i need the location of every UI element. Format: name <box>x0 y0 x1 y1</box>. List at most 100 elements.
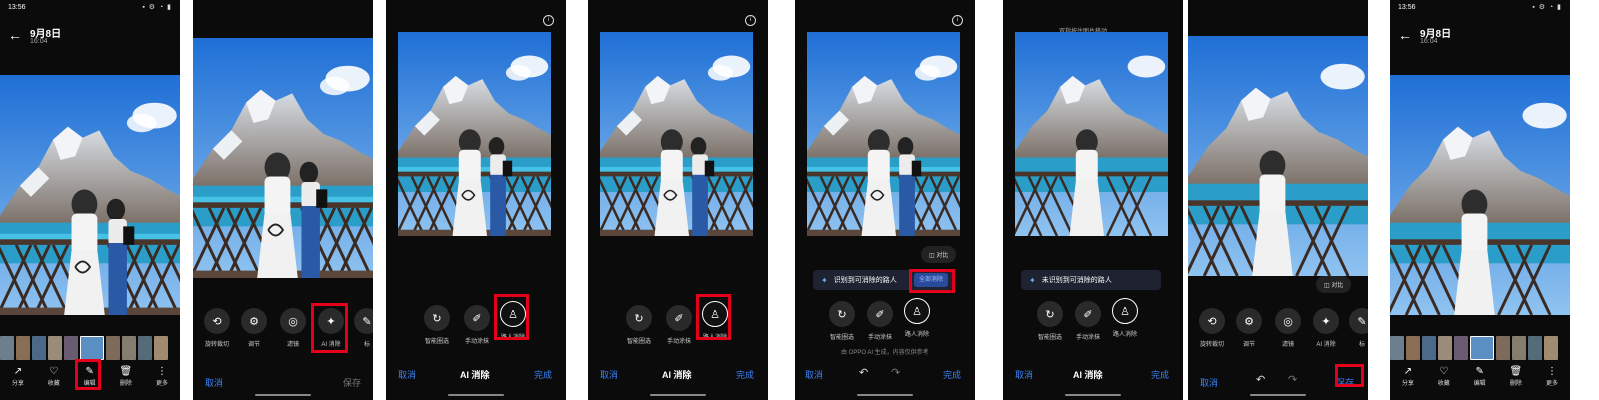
nav-share-button[interactable]: ↗ 分享 <box>1402 366 1414 387</box>
thumbnail[interactable] <box>1512 336 1526 360</box>
panel-gallery-view: 13:56 ▪ ⚙ ◔ ▮ ← 9月8日 16:04 ↗ 分享 ♡ 收藏 ✎ 编辑 🗑… <box>0 0 180 400</box>
tool-manual-brush[interactable]: ✐ 手动涂抹 <box>659 305 699 345</box>
photo-image <box>807 32 960 236</box>
thumbnail[interactable] <box>16 336 30 360</box>
tool-label: 智能圈选 <box>424 339 449 345</box>
cancel-button[interactable]: 取消 <box>600 368 618 381</box>
tool-markup[interactable]: ✎ 标 <box>1342 308 1368 348</box>
thumbnail-strip[interactable] <box>0 336 168 360</box>
detect-banner: ✦ 未识别到可消除的路人 <box>1021 270 1161 290</box>
tool-markup[interactable]: ✎ 标 <box>347 308 373 348</box>
thumbnail[interactable] <box>1422 336 1436 360</box>
tool-rotate-crop[interactable]: ⟲ 旋转裁切 <box>197 308 237 348</box>
heart-icon: ♡ <box>49 366 59 377</box>
thumbnail[interactable] <box>1454 336 1468 360</box>
home-indicator <box>1065 394 1121 396</box>
more-icon: ⋮ <box>1547 366 1558 377</box>
thumbnail[interactable] <box>1496 336 1510 360</box>
save-button[interactable]: 保存 <box>343 376 361 389</box>
photo-image <box>1390 75 1570 315</box>
thumbnail[interactable] <box>0 336 14 360</box>
nav-edit-button[interactable]: ✎ 编辑 <box>1474 366 1486 387</box>
compare-button[interactable]: ◫ 对比 <box>1316 276 1352 293</box>
photo-image <box>1188 36 1368 276</box>
tool-smart-select[interactable]: ↻ 智能圈选 <box>619 305 659 345</box>
done-button[interactable]: 完成 <box>943 368 961 381</box>
done-button[interactable]: 完成 <box>736 368 754 381</box>
photo-main[interactable] <box>193 38 373 278</box>
tool-label: 智能圈选 <box>829 335 854 341</box>
home-indicator <box>448 394 504 396</box>
redo-icon[interactable]: ↷ <box>1288 373 1297 386</box>
tool-remove-passersby[interactable]: ♙ 路人消除 <box>1105 298 1145 338</box>
nav-favorite-button[interactable]: ♡ 收藏 <box>48 366 60 387</box>
thumbnail[interactable] <box>122 336 136 360</box>
info-icon[interactable]: i <box>745 15 756 26</box>
photo-main[interactable] <box>1188 36 1368 276</box>
thumbnail[interactable] <box>48 336 62 360</box>
nav-more-button[interactable]: ⋮ 更多 <box>156 366 168 387</box>
thumbnail[interactable] <box>1544 336 1558 360</box>
thumbnail[interactable] <box>1390 336 1404 360</box>
tool-label: AI 消除 <box>1316 342 1336 348</box>
tool-label: 调节 <box>1242 342 1255 348</box>
photo-image <box>398 32 551 236</box>
tool-smart-select[interactable]: ↻ 智能圈选 <box>417 305 457 345</box>
photo-main[interactable] <box>1390 75 1570 315</box>
back-arrow-icon[interactable]: ← <box>1398 27 1412 43</box>
tool-manual-brush[interactable]: ✐ 手动涂抹 <box>860 301 900 341</box>
nav-favorite-button[interactable]: ♡ 收藏 <box>1438 366 1450 387</box>
thumbnail[interactable] <box>1528 336 1542 360</box>
tool-filter[interactable]: ◎ 滤镜 <box>273 308 313 348</box>
nav-delete-button[interactable]: 🗑 删除 <box>120 366 133 387</box>
cancel-button[interactable]: 取消 <box>1015 368 1033 381</box>
thumbnail-strip[interactable] <box>1390 336 1558 360</box>
photo-main[interactable] <box>600 32 753 236</box>
status-icons: ▪ ⚙ ◔ ▮ <box>142 4 172 11</box>
thumbnail[interactable] <box>138 336 152 360</box>
undo-icon[interactable]: ↶ <box>1256 373 1265 386</box>
nav-label: 更多 <box>1546 381 1559 387</box>
thumbnail-current[interactable] <box>1470 336 1494 360</box>
tool-ai-erase[interactable]: ✦ AI 消除 <box>1306 308 1346 348</box>
thumbnail-current[interactable] <box>80 336 104 360</box>
photo-main[interactable] <box>0 75 180 315</box>
cancel-button[interactable]: 取消 <box>1200 376 1218 389</box>
compare-button[interactable]: ◫ 对比 <box>921 246 957 263</box>
done-button[interactable]: 完成 <box>534 368 552 381</box>
redo-icon[interactable]: ↷ <box>891 366 900 379</box>
tool-smart-select[interactable]: ↻ 智能圈选 <box>1030 301 1070 341</box>
photo-main[interactable] <box>398 32 551 236</box>
thumbnail[interactable] <box>1406 336 1420 360</box>
cancel-button[interactable]: 取消 <box>398 368 416 381</box>
thumbnail[interactable] <box>106 336 120 360</box>
tool-remove-passersby[interactable]: ♙ 路人消除 <box>897 298 937 338</box>
tool-rotate-crop[interactable]: ⟲ 旋转裁切 <box>1192 308 1232 348</box>
done-button[interactable]: 完成 <box>1151 368 1169 381</box>
undo-icon[interactable]: ↶ <box>859 366 868 379</box>
home-indicator <box>857 394 913 396</box>
thumbnail[interactable] <box>64 336 78 360</box>
thumbnail[interactable] <box>1438 336 1452 360</box>
nav-label: 编辑 <box>1473 381 1486 387</box>
nav-share-button[interactable]: ↗ 分享 <box>12 366 24 387</box>
cancel-button[interactable]: 取消 <box>805 368 823 381</box>
nav-delete-button[interactable]: 🗑 删除 <box>1510 366 1523 387</box>
back-arrow-icon[interactable]: ← <box>8 27 22 43</box>
thumbnail[interactable] <box>32 336 46 360</box>
tool-manual-brush[interactable]: ✐ 手动涂抹 <box>457 305 497 345</box>
tool-adjust[interactable]: ⚙ 调节 <box>234 308 274 348</box>
info-icon[interactable]: i <box>543 15 554 26</box>
smart-select-icon: ↻ <box>1037 301 1063 327</box>
highlight-remove-all <box>909 269 955 293</box>
cancel-button[interactable]: 取消 <box>205 376 223 389</box>
info-icon[interactable]: i <box>952 15 963 26</box>
tool-filter[interactable]: ◎ 滤镜 <box>1268 308 1308 348</box>
photo-main[interactable] <box>1015 32 1168 236</box>
nav-more-button[interactable]: ⋮ 更多 <box>1546 366 1558 387</box>
tool-smart-select[interactable]: ↻ 智能圈选 <box>822 301 862 341</box>
tool-adjust[interactable]: ⚙ 调节 <box>1229 308 1269 348</box>
tool-manual-brush[interactable]: ✐ 手动涂抹 <box>1068 301 1108 341</box>
thumbnail[interactable] <box>154 336 168 360</box>
photo-main[interactable] <box>807 32 960 236</box>
